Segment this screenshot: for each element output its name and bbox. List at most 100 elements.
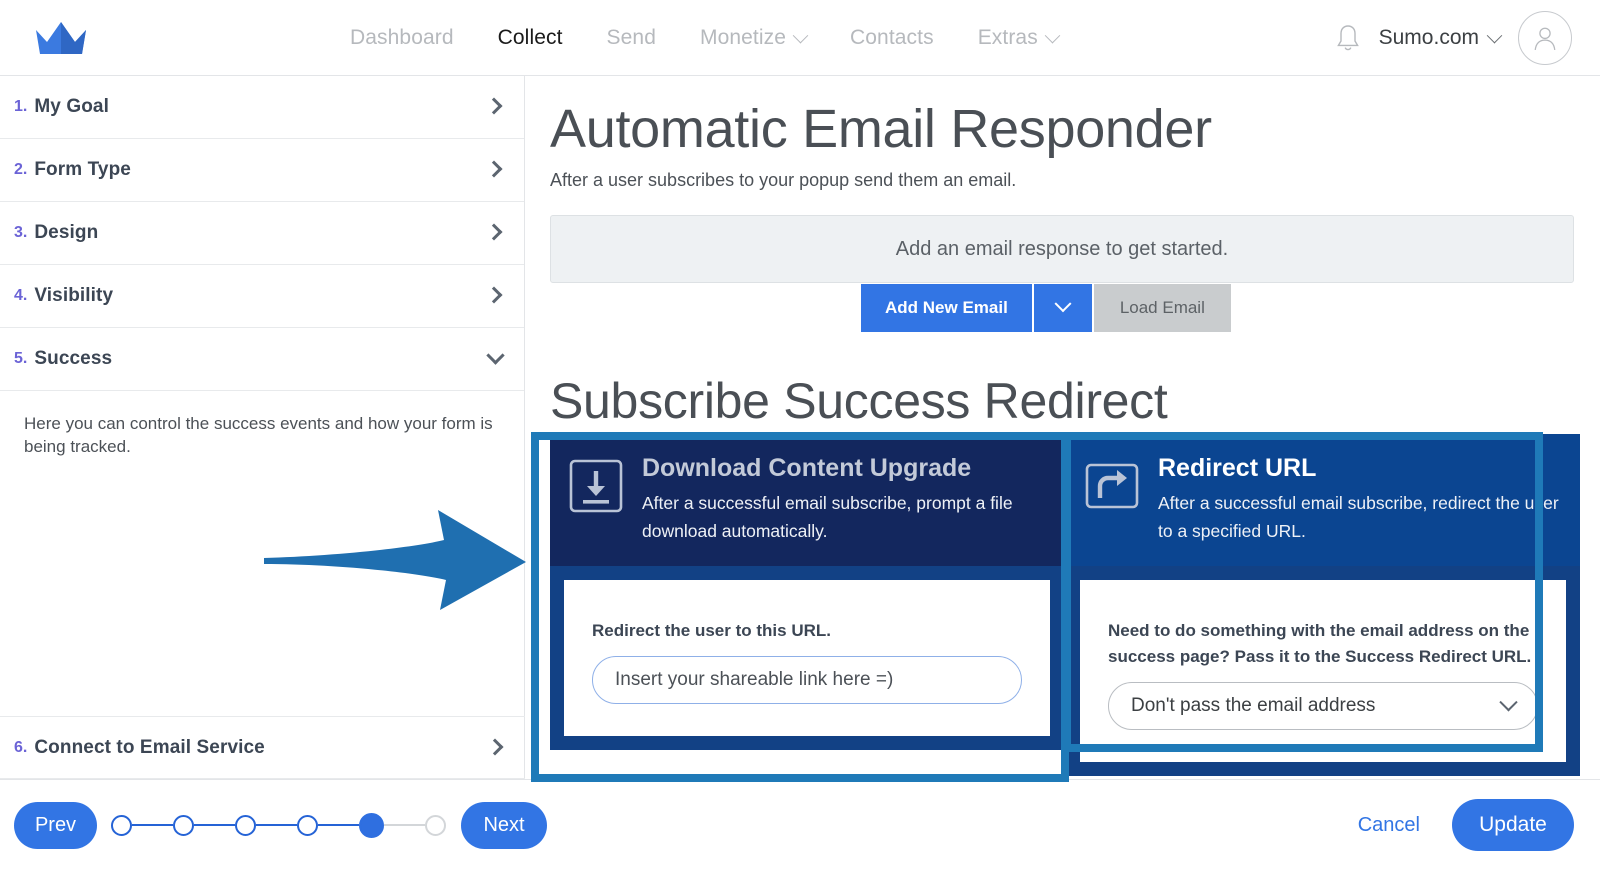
card-header: Redirect URL After a successful email su… (1066, 434, 1580, 566)
sidebar-step-visibility[interactable]: 4. Visibility (0, 265, 524, 328)
chevron-down-icon (486, 346, 505, 365)
chevron-down-icon (1486, 27, 1503, 43)
card-header: Download Content Upgrade After a success… (550, 434, 1064, 566)
load-email-button[interactable]: Load Email (1093, 284, 1231, 332)
section-title-subscribe-success-redirect: Subscribe Success Redirect (550, 373, 1168, 429)
success-step-description: Here you can control the success events … (24, 414, 493, 456)
step-label: Form Type (34, 159, 131, 180)
card-title: Download Content Upgrade (642, 454, 972, 482)
step-number: 2. (14, 161, 28, 178)
chevron-right-icon (486, 738, 504, 755)
account-menu[interactable]: Sumo.com (1378, 26, 1503, 50)
chevron-down-icon (1054, 295, 1072, 313)
sidebar-step-design[interactable]: 3. Design (0, 202, 524, 265)
sidebar-step-connect-wrapper: 6. Connect to Email Service (0, 716, 525, 779)
nav-label: Collect (497, 26, 563, 49)
nav-label: Send (606, 26, 656, 49)
empty-state-text: Add an email response to get started. (895, 237, 1229, 260)
card-redirect-url[interactable]: Redirect URL After a successful email su… (1066, 434, 1580, 777)
step-number: 5. (14, 350, 28, 367)
sidebar-step-success[interactable]: 5. Success (0, 328, 524, 391)
step-dot-3[interactable] (235, 814, 256, 836)
chevron-right-icon (485, 97, 503, 115)
crown-logo[interactable] (30, 16, 92, 60)
nav-label: Monetize (699, 26, 786, 49)
page-subtitle: After a user subscribes to your popup se… (550, 170, 1017, 190)
page-title: Automatic Email Responder (550, 99, 1212, 159)
card-download-content-upgrade[interactable]: Download Content Upgrade After a success… (550, 434, 1064, 751)
card-description: After a successful email subscribe, redi… (1158, 493, 1559, 542)
pointer-arrow (262, 506, 528, 614)
nav-label: Dashboard (350, 26, 454, 49)
step-label: Connect to Email Service (34, 736, 265, 758)
card-description: After a successful email subscribe, prom… (642, 493, 1013, 542)
step-dot-6[interactable] (425, 814, 446, 836)
add-new-email-button[interactable]: Add New Email (861, 284, 1032, 332)
chevron-down-icon (1044, 27, 1061, 43)
wizard-footer-bar: Prev Next Cancel Update (0, 779, 1600, 870)
step-connector-2 (194, 824, 235, 826)
account-label: Sumo.com (1378, 26, 1479, 49)
step-connector-1 (132, 824, 173, 826)
card-body-frame: Redirect the user to this URL. Insert yo… (550, 565, 1064, 751)
sidebar-step-form-type[interactable]: 2. Form Type (0, 139, 524, 202)
nav-label: Extras (977, 26, 1038, 49)
nav-item-monetize[interactable]: Monetize (699, 26, 809, 50)
step-connector-4 (318, 824, 359, 826)
step-number: 1. (14, 98, 28, 115)
chevron-down-icon (792, 27, 809, 43)
step-dot-2[interactable] (173, 814, 194, 836)
step-label: Design (34, 222, 99, 243)
nav-item-dashboard[interactable]: Dashboard (350, 26, 454, 50)
nav-item-contacts[interactable]: Contacts (850, 26, 934, 50)
sidebar-step-my-goal[interactable]: 1. My Goal (0, 76, 524, 139)
card-header-text: Redirect URL After a successful email su… (1158, 454, 1560, 546)
redirect-url-field-label: Redirect the user to this URL. (592, 620, 831, 640)
card-body: Redirect the user to this URL. Insert yo… (564, 579, 1050, 737)
step-progress-indicator (111, 812, 446, 838)
main-content-panel: Automatic Email Responder After a user s… (526, 76, 1600, 779)
redirect-url-input-placeholder: Insert your shareable link here =) (615, 669, 894, 691)
chevron-right-icon (485, 223, 503, 241)
chevron-right-icon (485, 160, 503, 178)
nav-item-send[interactable]: Send (607, 26, 656, 50)
step-label: Success (34, 348, 113, 369)
prev-button[interactable]: Prev (14, 801, 97, 849)
redirect-url-input[interactable]: Insert your shareable link here =) (592, 656, 1022, 705)
step-number: 3. (14, 224, 28, 241)
cancel-link[interactable]: Cancel (1358, 814, 1420, 837)
update-button[interactable]: Update (1452, 799, 1574, 851)
empty-state-banner: Add an email response to get started. (550, 215, 1574, 283)
step-connector-5 (384, 824, 425, 826)
primary-nav-links: Dashboard Collect Send Monetize Contacts… (350, 0, 1061, 76)
chevron-right-icon (485, 286, 503, 304)
step-dot-4[interactable] (297, 814, 318, 836)
pass-email-select-value: Don't pass the email address (1131, 695, 1376, 717)
sidebar-step-connect-to-email-service[interactable]: 6. Connect to Email Service (0, 716, 525, 779)
card-title: Redirect URL (1158, 454, 1317, 482)
wizard-sidebar: 1. My Goal 2. Form Type 3. Design 4. Vis… (0, 76, 525, 779)
card-body: Need to do something with the email addr… (1080, 579, 1566, 763)
redirect-arrow-icon (1084, 458, 1140, 514)
download-icon (568, 458, 624, 514)
nav-label: Contacts (850, 26, 934, 49)
step-number: 6. (14, 738, 28, 756)
card-header-text: Download Content Upgrade After a success… (642, 454, 1044, 546)
step-dot-5-current[interactable] (359, 812, 384, 838)
top-navigation-bar: Dashboard Collect Send Monetize Contacts… (0, 0, 1600, 76)
pass-email-field-label: Need to do something with the email addr… (1108, 620, 1532, 667)
step-label: Visibility (34, 285, 114, 306)
nav-item-collect[interactable]: Collect (498, 26, 563, 50)
chevron-down-icon (1499, 692, 1518, 712)
avatar[interactable] (1518, 11, 1572, 65)
pass-email-select[interactable]: Don't pass the email address (1108, 682, 1538, 731)
next-button[interactable]: Next (461, 801, 547, 849)
step-number: 4. (14, 287, 28, 304)
nav-item-extras[interactable]: Extras (977, 26, 1061, 50)
nav-right-cluster: Sumo.com (1335, 0, 1572, 76)
add-new-email-dropdown-button[interactable] (1033, 284, 1092, 332)
email-actions-row: Add New Email Load Email (861, 284, 1600, 332)
step-connector-3 (256, 824, 297, 826)
step-dot-1[interactable] (111, 814, 132, 836)
bell-icon[interactable] (1335, 23, 1361, 53)
